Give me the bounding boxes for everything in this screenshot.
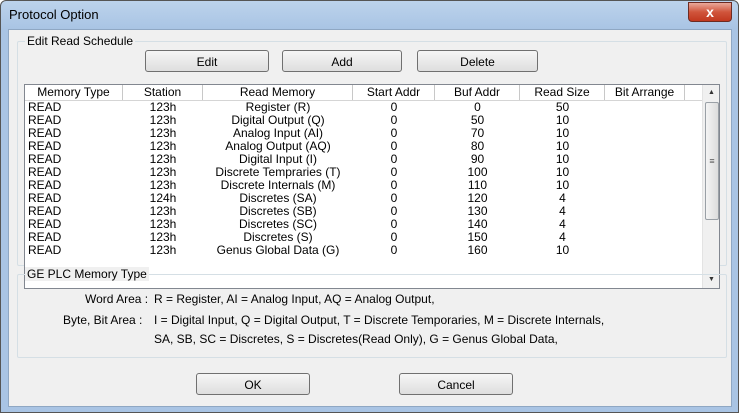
word-area-label: Word Area : xyxy=(85,292,149,306)
table-row[interactable]: READ 123h Discretes (SB) 0 130 4 xyxy=(25,205,705,218)
station-cell: 123h xyxy=(149,243,177,257)
table-row[interactable]: READ 123h Register (R) 0 0 50 xyxy=(25,101,705,114)
start-addr-cell: 0 xyxy=(390,243,398,257)
list-header: Memory Type Station Read Memory Start Ad… xyxy=(25,85,705,101)
scroll-up-arrow-icon[interactable]: ▲ xyxy=(703,85,719,101)
protocol-option-dialog: Protocol Option x Edit Read Schedule Edi… xyxy=(0,0,739,413)
window-title: Protocol Option xyxy=(9,7,99,22)
memory-type-cell: READ xyxy=(28,243,62,257)
table-row[interactable]: READ 123h Discrete Internals (M) 0 110 10 xyxy=(25,179,705,192)
memory-type-legend-title: GE PLC Memory Type xyxy=(25,267,149,281)
title-bar[interactable]: Protocol Option x xyxy=(1,1,738,29)
column-header-memory-type[interactable]: Memory Type xyxy=(25,85,123,100)
close-button[interactable]: x xyxy=(688,2,732,22)
table-row[interactable]: READ 123h Analog Output (AQ) 0 80 10 xyxy=(25,140,705,153)
table-row[interactable]: READ 123h Genus Global Data (G) 0 160 10 xyxy=(25,244,705,257)
close-icon: x xyxy=(706,4,714,20)
byte-bit-area-line-2: SA, SB, SC = Discretes, S = Discretes(Re… xyxy=(154,332,558,346)
read-schedule-list[interactable]: Memory Type Station Read Memory Start Ad… xyxy=(24,84,720,289)
table-row[interactable]: READ 123h Digital Input (I) 0 90 10 xyxy=(25,153,705,166)
read-size-cell: 10 xyxy=(555,243,570,257)
table-row[interactable]: READ 124h Discretes (SA) 0 120 4 xyxy=(25,192,705,205)
cancel-button[interactable]: Cancel xyxy=(399,373,513,395)
column-header-station[interactable]: Station xyxy=(123,85,203,100)
byte-bit-area-label: Byte, Bit Area : xyxy=(63,313,143,327)
buf-addr-cell: 160 xyxy=(467,243,488,257)
read-memory-cell: Genus Global Data (G) xyxy=(216,243,340,257)
add-button[interactable]: Add xyxy=(282,50,402,72)
edit-read-schedule-title: Edit Read Schedule xyxy=(25,34,136,48)
table-row[interactable]: READ 123h Discretes (S) 0 150 4 xyxy=(25,231,705,244)
vertical-scrollbar[interactable]: ▲ ≡ ▼ xyxy=(702,85,719,288)
scroll-thumb[interactable]: ≡ xyxy=(705,102,719,220)
table-row[interactable]: READ 123h Analog Input (AI) 0 70 10 xyxy=(25,127,705,140)
table-row[interactable]: READ 123h Discretes (SC) 0 140 4 xyxy=(25,218,705,231)
delete-button[interactable]: Delete xyxy=(417,50,538,72)
table-row[interactable]: READ 123h Discrete Tempraries (T) 0 100 10 xyxy=(25,166,705,179)
word-area-text: R = Register, AI = Analog Input, AQ = An… xyxy=(154,292,435,306)
column-header-read-memory[interactable]: Read Memory xyxy=(203,85,353,100)
byte-bit-area-line-1: I = Digital Input, Q = Digital Output, T… xyxy=(154,313,605,327)
dialog-client-area: Edit Read Schedule Edit Add Delete Memor… xyxy=(8,29,732,407)
column-header-buf-addr[interactable]: Buf Addr xyxy=(435,85,520,100)
grip-icon: ≡ xyxy=(709,156,715,166)
column-header-bit-arrange[interactable]: Bit Arrange xyxy=(605,85,685,100)
edit-button[interactable]: Edit xyxy=(145,50,269,72)
table-row[interactable]: READ 123h Digital Output (Q) 0 50 10 xyxy=(25,114,705,127)
list-rows: READ 123h Register (R) 0 0 50 READ 123h Digital … xyxy=(25,101,705,257)
column-header-start-addr[interactable]: Start Addr xyxy=(353,85,435,100)
column-header-read-size[interactable]: Read Size xyxy=(520,85,605,100)
ok-button[interactable]: OK xyxy=(196,373,310,395)
